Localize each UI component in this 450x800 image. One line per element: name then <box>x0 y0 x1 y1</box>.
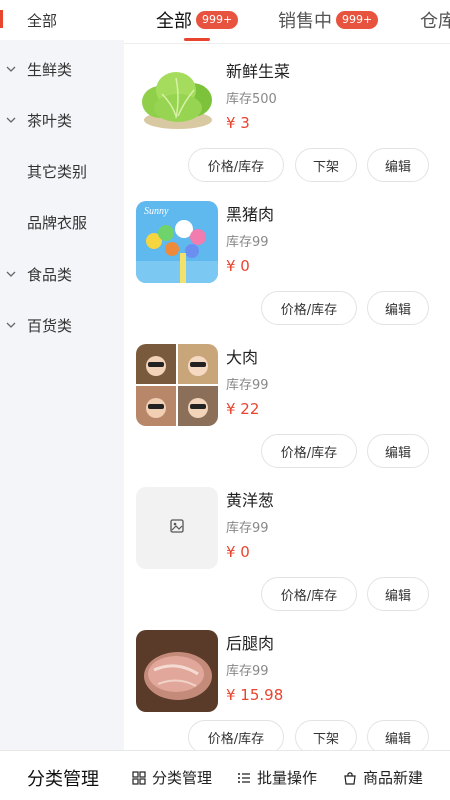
sidebar-item-brand-clothes[interactable]: 品牌衣服 <box>0 202 124 242</box>
chevron-down-icon <box>5 63 17 75</box>
product-price: ¥ 0 <box>226 543 250 561</box>
price-stock-button[interactable]: 价格/库存 <box>188 148 284 182</box>
product-price: ¥ 3 <box>226 114 250 132</box>
price-stock-button[interactable]: 价格/库存 <box>261 577 357 611</box>
product-stock: 库存99 <box>226 378 269 393</box>
product-stock: 库存99 <box>226 664 269 679</box>
price-stock-button[interactable]: 价格/库存 <box>188 720 284 754</box>
product-card: 新鲜生菜 库存500 ¥ 3 价格/库存 下架 编辑 <box>124 44 450 187</box>
count-badge: 999+ <box>196 11 239 29</box>
delist-button[interactable]: 下架 <box>295 148 357 182</box>
product-stock: 库存500 <box>226 92 277 107</box>
tab-all[interactable]: 全部 999+ <box>156 7 239 33</box>
status-tabs: 全部 999+ 销售中 999+ 仓库 <box>124 0 450 44</box>
product-price: ¥ 15.98 <box>226 686 284 704</box>
product-card: 后腿肉 库存99 ¥ 15.98 价格/库存 下架 编辑 <box>124 616 450 759</box>
product-name: 黑猪肉 <box>226 205 275 224</box>
edit-button[interactable]: 编辑 <box>367 577 429 611</box>
price-stock-button[interactable]: 价格/库存 <box>261 291 357 325</box>
chevron-down-icon <box>5 114 17 126</box>
edit-button[interactable]: 编辑 <box>367 720 429 754</box>
delist-button[interactable]: 下架 <box>295 720 357 754</box>
sidebar-item-food[interactable]: 食品类 <box>0 254 124 294</box>
product-thumbnail[interactable] <box>136 58 218 140</box>
tab-on-sale[interactable]: 销售中 999+ <box>278 7 379 33</box>
tab-warehouse[interactable]: 仓库 <box>420 7 450 33</box>
active-tab-indicator <box>184 38 210 41</box>
tab-label: 销售中 <box>278 11 332 32</box>
product-thumbnail[interactable] <box>136 344 218 426</box>
action-label: 批量操作 <box>257 769 318 787</box>
new-product-button[interactable]: 商品新建 <box>342 767 423 788</box>
category-sidebar: 全部 生鲜类 茶叶类 其它类别 品牌衣服 食品类 百货类 <box>0 0 124 750</box>
sidebar-item-other[interactable]: 其它类别 <box>0 151 124 191</box>
sidebar-item-fresh[interactable]: 生鲜类 <box>0 49 124 89</box>
sidebar-item-tea[interactable]: 茶叶类 <box>0 100 124 140</box>
photo-collage-image <box>136 344 218 426</box>
product-thumbnail[interactable]: Sunny <box>136 201 218 283</box>
product-name: 后腿肉 <box>226 634 275 653</box>
chevron-down-icon <box>5 319 17 331</box>
product-price: ¥ 0 <box>226 257 250 275</box>
product-name: 新鲜生菜 <box>226 62 291 81</box>
edit-button[interactable]: 编辑 <box>367 291 429 325</box>
thumbnail-caption: Sunny <box>144 206 169 217</box>
bottom-toolbar: 分类管理 分类管理 批量操作 商品新建 <box>0 750 450 800</box>
sidebar-item-label: 茶叶类 <box>27 111 73 130</box>
product-stock: 库存99 <box>226 235 269 250</box>
bag-icon <box>342 770 358 786</box>
sidebar-item-general-goods[interactable]: 百货类 <box>0 305 124 345</box>
chevron-down-icon <box>5 268 17 280</box>
sidebar-item-label: 百货类 <box>27 316 73 335</box>
sidebar-item-all[interactable]: 全部 <box>0 0 124 40</box>
product-stock: 库存99 <box>226 521 269 536</box>
edit-button[interactable]: 编辑 <box>367 434 429 468</box>
tab-label: 仓库 <box>420 11 450 32</box>
balloons-image: Sunny <box>136 201 218 283</box>
sidebar-item-label: 品牌衣服 <box>27 213 88 232</box>
price-stock-button[interactable]: 价格/库存 <box>261 434 357 468</box>
product-name: 大肉 <box>226 348 259 367</box>
product-card: Sunny 黑猪肉 库存99 ¥ 0 价格/库存 编辑 <box>124 187 450 330</box>
product-thumbnail[interactable] <box>136 487 218 569</box>
sidebar-item-label: 食品类 <box>27 265 73 284</box>
product-card: 大肉 库存99 ¥ 22 价格/库存 编辑 <box>124 330 450 473</box>
tab-label: 全部 <box>156 11 192 32</box>
product-card: 黄洋葱 库存99 ¥ 0 价格/库存 编辑 <box>124 473 450 616</box>
action-label: 商品新建 <box>363 769 424 787</box>
sidebar-item-label: 生鲜类 <box>27 60 73 79</box>
batch-operation-button[interactable]: 批量操作 <box>236 767 317 788</box>
sidebar-item-label: 其它类别 <box>27 162 88 181</box>
action-label: 分类管理 <box>152 769 213 787</box>
grid-icon <box>131 770 147 786</box>
product-thumbnail[interactable] <box>136 630 218 712</box>
list-icon <box>236 770 252 786</box>
category-manage-button[interactable]: 分类管理 <box>131 767 212 788</box>
sidebar-item-label: 全部 <box>27 11 58 30</box>
image-placeholder-icon <box>169 518 185 538</box>
count-badge: 999+ <box>336 11 379 29</box>
product-name: 黄洋葱 <box>226 491 275 510</box>
pork-image <box>136 630 218 712</box>
lettuce-image <box>136 58 218 140</box>
active-indicator <box>0 10 3 28</box>
product-price: ¥ 22 <box>226 400 260 418</box>
toolbar-title: 分类管理 <box>27 769 99 790</box>
edit-button[interactable]: 编辑 <box>367 148 429 182</box>
